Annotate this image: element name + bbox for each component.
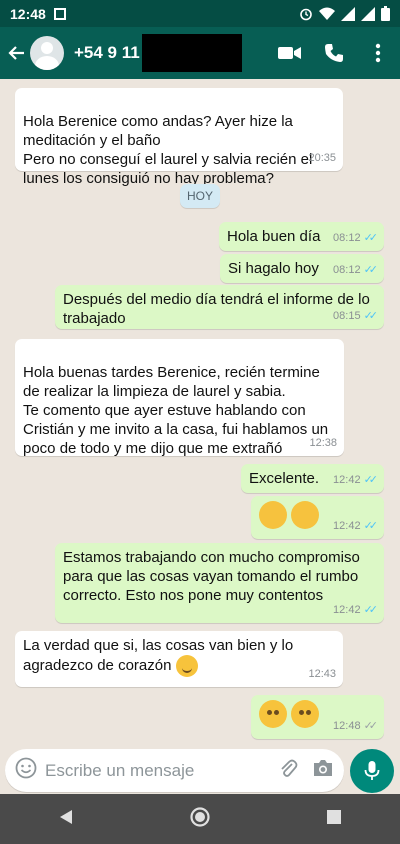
message-incoming[interactable]: La verdad que si, las cosas van bien y l…	[15, 631, 343, 687]
message-text: Si hagalo hoy	[228, 260, 319, 277]
message-time: 12:43	[308, 668, 336, 680]
message-text: Hola Berenice como andas? Ayer hize la m…	[23, 113, 313, 187]
status-time: 12:48	[10, 5, 46, 22]
status-bar: 12:48	[0, 0, 400, 27]
camera-icon[interactable]	[312, 758, 334, 783]
message-time: 08:15	[333, 310, 361, 322]
composer	[0, 747, 400, 794]
signal-icon-2	[361, 6, 375, 21]
chat-header: +54 9 11	[0, 27, 400, 79]
clapping-hands-emoji	[291, 501, 319, 529]
chat-area[interactable]: Hola Berenice como andas? Ayer hize la m…	[0, 79, 400, 747]
delivered-ticks-icon: ✓✓	[363, 720, 379, 732]
message-outgoing[interactable]: Hola buen día 08:12 ✓✓	[219, 222, 384, 251]
smiling-face-emoji	[175, 655, 198, 677]
message-outgoing-emoji[interactable]: 12:48 ✓✓	[251, 695, 384, 739]
message-meta: 12:48 ✓✓	[333, 717, 379, 736]
message-meta: 20:35	[308, 149, 336, 168]
message-meta: 08:15 ✓✓	[333, 307, 379, 326]
avatar[interactable]	[30, 36, 64, 70]
message-text: Hola buenas tardes Berenice, recién term…	[23, 364, 329, 457]
mic-icon	[364, 761, 380, 780]
message-incoming[interactable]: Hola buenas tardes Berenice, recién term…	[15, 339, 344, 457]
message-text: Hola buen día	[227, 228, 321, 245]
message-time: 12:42	[333, 520, 361, 532]
message-meta: 12:42 ✓✓	[333, 517, 379, 536]
message-text: La verdad que si, las cosas van bien y l…	[23, 637, 294, 674]
message-meta: 12:42 ✓✓	[333, 601, 379, 620]
message-meta: 08:12 ✓✓	[333, 229, 379, 248]
system-nav-bar	[0, 794, 400, 844]
message-time: 12:48	[333, 720, 361, 732]
message-time: 20:35	[308, 152, 336, 164]
back-arrow-icon[interactable]	[4, 41, 28, 65]
read-ticks-icon: ✓✓	[363, 520, 379, 532]
read-ticks-icon: ✓✓	[363, 264, 379, 276]
wifi-icon	[319, 7, 335, 20]
message-text: Excelente.	[249, 470, 320, 487]
attach-icon[interactable]	[278, 757, 298, 784]
read-ticks-icon: ✓✓	[363, 310, 379, 322]
date-divider: HOY	[180, 184, 220, 208]
hugging-face-emoji	[291, 700, 319, 728]
contact-name[interactable]: +54 9 11	[74, 43, 140, 63]
message-input[interactable]	[45, 760, 278, 781]
message-meta: 12:38	[309, 434, 337, 453]
notification-icon	[53, 7, 66, 20]
read-ticks-icon: ✓✓	[363, 604, 379, 616]
message-outgoing[interactable]: Estamos trabajando con mucho compromiso …	[55, 543, 384, 623]
message-meta: 08:12 ✓✓	[333, 261, 379, 280]
header-actions	[268, 31, 400, 75]
signal-icon	[341, 6, 355, 21]
nav-recents-icon[interactable]	[326, 809, 342, 830]
message-text: Estamos trabajando con mucho compromiso …	[63, 549, 360, 604]
message-outgoing[interactable]: Si hagalo hoy 08:12 ✓✓	[220, 254, 384, 283]
message-time: 12:42	[333, 474, 361, 486]
emoji-icon[interactable]	[15, 757, 37, 784]
message-meta: 12:42 ✓✓	[333, 471, 379, 490]
clapping-hands-emoji	[259, 501, 287, 529]
message-time: 08:12	[333, 232, 361, 244]
alarm-icon	[300, 8, 312, 20]
battery-icon	[381, 6, 390, 21]
message-outgoing[interactable]: Excelente. 12:42 ✓✓	[241, 464, 384, 493]
mic-button[interactable]	[350, 749, 394, 793]
video-call-icon[interactable]	[268, 31, 312, 75]
message-meta: 12:43	[308, 665, 336, 684]
message-input-box[interactable]	[5, 749, 344, 792]
read-ticks-icon: ✓✓	[363, 232, 379, 244]
message-time: 12:38	[309, 437, 337, 449]
status-icons	[299, 6, 390, 21]
message-time: 08:12	[333, 264, 361, 276]
more-icon[interactable]	[356, 31, 400, 75]
redaction-box	[141, 34, 242, 72]
hugging-face-emoji	[259, 700, 287, 728]
message-outgoing[interactable]: Después del medio día tendrá el informe …	[55, 285, 384, 329]
phone-icon[interactable]	[312, 31, 356, 75]
message-incoming[interactable]: Hola Berenice como andas? Ayer hize la m…	[15, 88, 343, 187]
message-time: 12:42	[333, 604, 361, 616]
message-outgoing-emoji[interactable]: 12:42 ✓✓	[251, 496, 384, 539]
nav-back-icon[interactable]	[58, 809, 74, 830]
nav-home-icon[interactable]	[189, 806, 211, 833]
message-text: Después del medio día tendrá el informe …	[63, 291, 370, 327]
read-ticks-icon: ✓✓	[363, 474, 379, 486]
